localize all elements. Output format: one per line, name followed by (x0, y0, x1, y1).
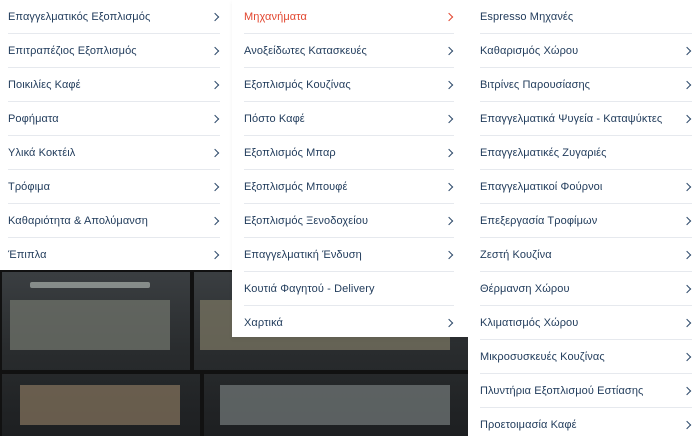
menu-item-coffee-station[interactable]: Πόστο Καφέ (244, 102, 454, 136)
menu-item-label: Επαγγελματική Ένδυση (244, 248, 362, 261)
menu-item-label: Εξοπλισμός Κουζίνας (244, 78, 351, 91)
menu-column-subcategories: Μηχανήματα Ανοξείδωτες Κατασκευές Εξοπλι… (232, 0, 469, 337)
chevron-right-icon (210, 12, 220, 21)
menu-item-label: Ροφήματα (8, 112, 59, 125)
chevron-right-icon (210, 80, 220, 89)
menu-item-label: Μικροσυσκευές Κουζίνας (480, 350, 605, 363)
menu-item-label: Προετοιμασία Καφέ (480, 418, 577, 431)
menu-item-label: Εξοπλισμός Μπαρ (244, 146, 336, 159)
menu-item-kitchen-equipment[interactable]: Εξοπλισμός Κουζίνας (244, 68, 454, 102)
chevron-right-icon (682, 80, 692, 89)
menu-item-label: Μηχανήματα (244, 10, 307, 23)
chevron-right-icon (444, 182, 454, 191)
menu-item-bar-equipment[interactable]: Εξοπλισμός Μπαρ (244, 136, 454, 170)
chevron-right-icon (444, 12, 454, 21)
menu-item-professional-clothing[interactable]: Επαγγελματική Ένδυση (244, 238, 454, 272)
menu-item-label: Πόστο Καφέ (244, 112, 305, 125)
menu-item-professional-equipment[interactable]: Επαγγελματικός Εξοπλισμός (8, 0, 220, 34)
chevron-right-icon (210, 46, 220, 55)
menu-item-coffee-preparation[interactable]: Προετοιμασία Καφέ (480, 408, 692, 441)
chevron-right-icon (210, 114, 220, 123)
menu-item-buffet-equipment[interactable]: Εξοπλισμός Μπουφέ (244, 170, 454, 204)
chevron-right-icon (444, 46, 454, 55)
menu-item-food-boxes-delivery[interactable]: Κουτιά Φαγητού - Delivery (244, 272, 454, 306)
chevron-right-icon (682, 46, 692, 55)
menu-item-label: Τρόφιμα (8, 180, 51, 193)
chevron-right-icon (682, 352, 692, 361)
chevron-right-icon (444, 80, 454, 89)
chevron-right-icon (682, 420, 692, 429)
menu-item-label: Υλικά Κοκτέιλ (8, 146, 76, 159)
menu-item-space-cleaning[interactable]: Καθαρισμός Χώρου (480, 34, 692, 68)
menu-item-label: Καθαρισμός Χώρου (480, 44, 579, 57)
menu-item-label: Επεξεργασία Τροφίμων (480, 214, 598, 227)
menu-item-hotel-equipment[interactable]: Εξοπλισμός Ξενοδοχείου (244, 204, 454, 238)
chevron-right-icon (444, 250, 454, 259)
menu-item-label: Espresso Μηχανές (480, 10, 574, 23)
chevron-right-icon (444, 148, 454, 157)
menu-item-ovens[interactable]: Επαγγελματικοί Φούρνοι (480, 170, 692, 204)
chevron-right-icon (210, 216, 220, 225)
chevron-right-icon (682, 284, 692, 293)
menu-item-label: Ποικιλίες Καφέ (8, 78, 81, 91)
chevron-right-icon (210, 182, 220, 191)
ceiling-light (30, 282, 150, 288)
chevron-right-icon (682, 318, 692, 327)
menu-item-kitchen-appliances[interactable]: Μικροσυσκευές Κουζίνας (480, 340, 692, 374)
menu-item-furniture[interactable]: Έπιπλα (8, 238, 220, 271)
chevron-right-icon (682, 216, 692, 225)
menu-item-cocktail-materials[interactable]: Υλικά Κοκτέιλ (8, 136, 220, 170)
menu-item-label: Κλιματισμός Χώρου (480, 316, 579, 329)
menu-item-refrigerators-freezers[interactable]: Επαγγελματικά Ψυγεία - Καταψύκτες (480, 102, 692, 136)
store-shelf (10, 300, 170, 350)
menu-item-hot-kitchen[interactable]: Ζεστή Κουζίνα (480, 238, 692, 272)
menu-item-label: Χαρτικά (244, 316, 284, 329)
menu-item-paper-products[interactable]: Χαρτικά (244, 306, 454, 339)
chevron-right-icon (210, 148, 220, 157)
chevron-right-icon (682, 182, 692, 191)
menu-column-categories: Επαγγελματικός Εξοπλισμός Επιτραπέζιος Ε… (0, 0, 232, 270)
menu-item-label: Εξοπλισμός Ξενοδοχείου (244, 214, 369, 227)
menu-item-label: Επαγγελματικά Ψυγεία - Καταψύκτες (480, 112, 663, 125)
menu-item-label: Επιτραπέζιος Εξοπλισμός (8, 44, 137, 57)
menu-item-air-conditioning[interactable]: Κλιματισμός Χώρου (480, 306, 692, 340)
menu-item-label: Επαγγελματικές Ζυγαριές (480, 146, 607, 159)
menu-item-machines[interactable]: Μηχανήματα (244, 0, 454, 34)
menu-item-label: Έπιπλα (8, 248, 47, 261)
menu-item-space-heating[interactable]: Θέρμανση Χώρου (480, 272, 692, 306)
menu-item-food-processing[interactable]: Επεξεργασία Τροφίμων (480, 204, 692, 238)
menu-item-label: Επαγγελματικοί Φούρνοι (480, 180, 603, 193)
menu-item-beverages[interactable]: Ροφήματα (8, 102, 220, 136)
menu-item-food[interactable]: Τρόφιμα (8, 170, 220, 204)
chevron-right-icon (682, 114, 692, 123)
menu-item-label: Ανοξείδωτες Κατασκευές (244, 44, 367, 57)
menu-item-label: Βιτρίνες Παρουσίασης (480, 78, 591, 91)
chevron-right-icon (444, 318, 454, 327)
menu-item-scales[interactable]: Επαγγελματικές Ζυγαριές (480, 136, 692, 170)
menu-item-dishwashers[interactable]: Πλυντήρια Εξοπλισμού Εστίασης (480, 374, 692, 408)
menu-item-label: Πλυντήρια Εξοπλισμού Εστίασης (480, 384, 644, 397)
menu-item-label: Επαγγελματικός Εξοπλισμός (8, 10, 151, 23)
chevron-right-icon (444, 216, 454, 225)
menu-column-machines: Espresso Μηχανές Καθαρισμός Χώρου Βιτρίν… (468, 0, 700, 436)
store-shelf (20, 385, 180, 425)
menu-item-cleaning-disinfection[interactable]: Καθαριότητα & Απολύμανση (8, 204, 220, 238)
chevron-right-icon (210, 250, 220, 259)
menu-item-espresso-machines[interactable]: Espresso Μηχανές (480, 0, 692, 34)
menu-item-label: Ζεστή Κουζίνα (480, 248, 552, 261)
menu-item-label: Κουτιά Φαγητού - Delivery (244, 282, 375, 295)
chevron-right-icon (444, 114, 454, 123)
chevron-right-icon (682, 386, 692, 395)
menu-item-label: Καθαριότητα & Απολύμανση (8, 214, 148, 227)
menu-item-tabletop-equipment[interactable]: Επιτραπέζιος Εξοπλισμός (8, 34, 220, 68)
menu-item-display-cases[interactable]: Βιτρίνες Παρουσίασης (480, 68, 692, 102)
menu-item-label: Εξοπλισμός Μπουφέ (244, 180, 348, 193)
chevron-right-icon (682, 250, 692, 259)
menu-item-stainless-constructions[interactable]: Ανοξείδωτες Κατασκευές (244, 34, 454, 68)
menu-item-label: Θέρμανση Χώρου (480, 282, 570, 295)
store-shelf (220, 385, 450, 425)
menu-item-coffee-varieties[interactable]: Ποικιλίες Καφέ (8, 68, 220, 102)
